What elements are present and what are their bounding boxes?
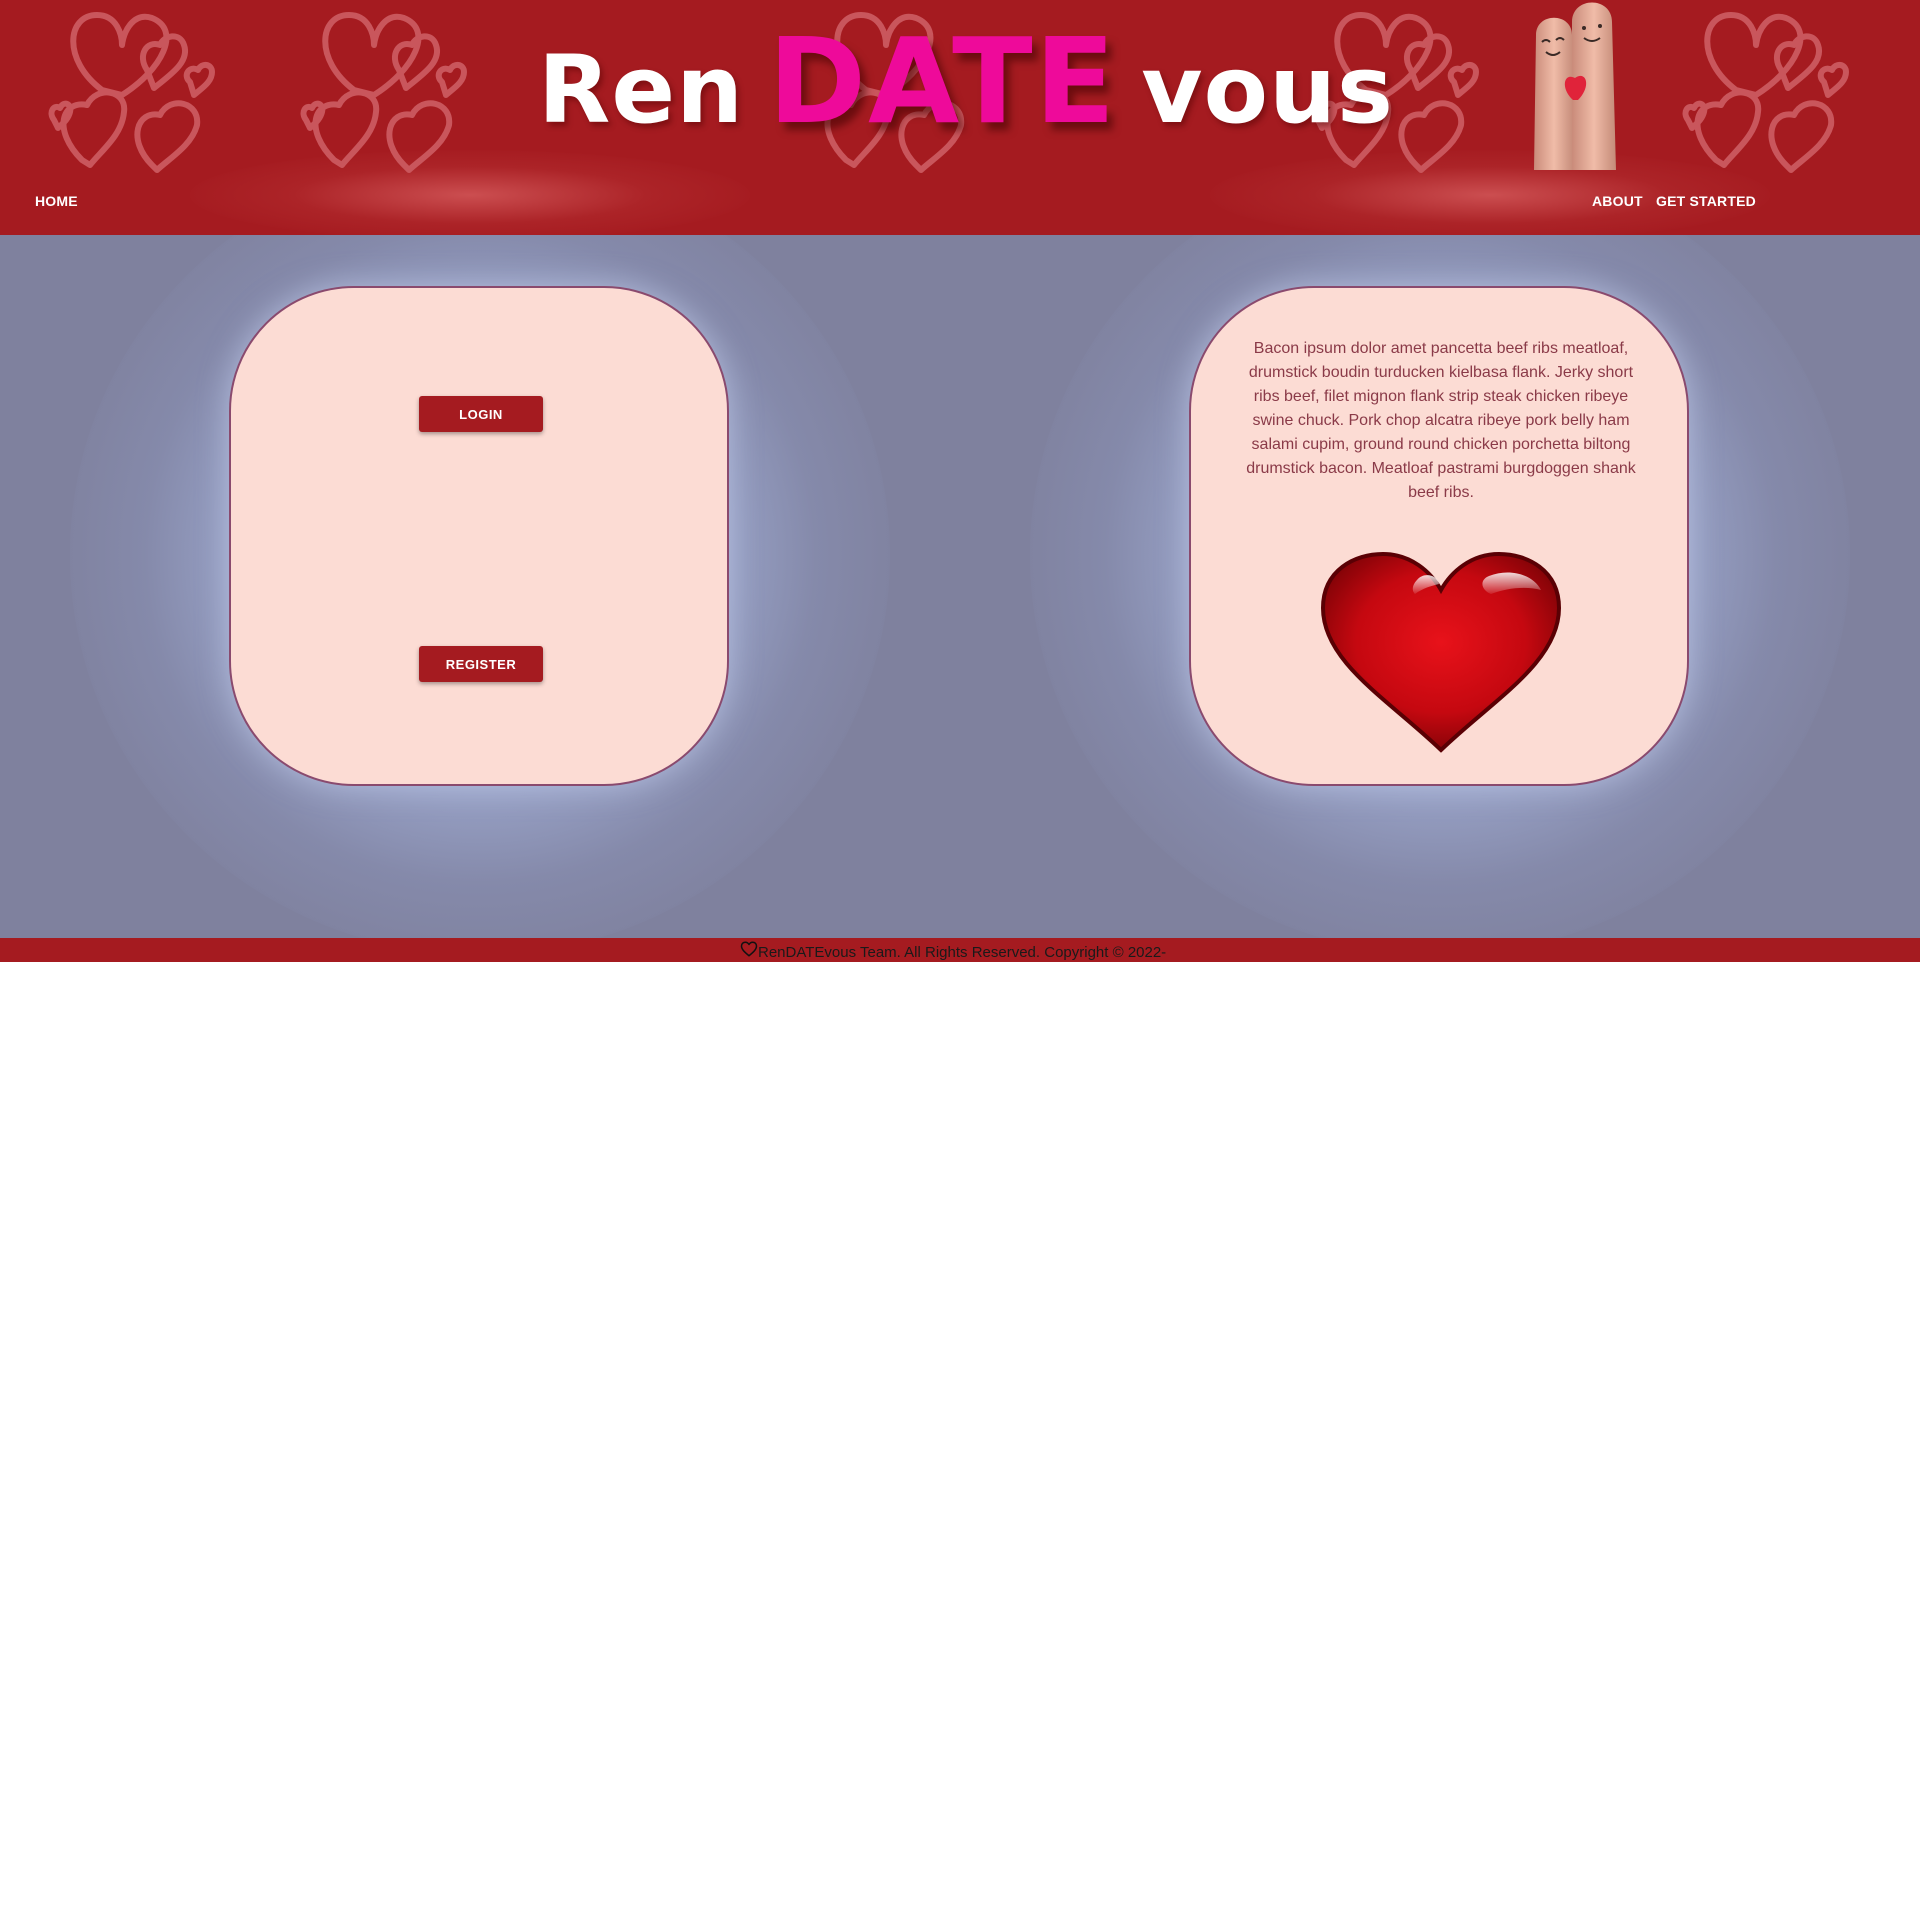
info-text: Bacon ipsum dolor amet pancetta beef rib… xyxy=(1246,340,1636,501)
title-part-vous: vous xyxy=(1141,36,1395,145)
hearts-pattern-icon xyxy=(42,0,242,175)
main-content: LOGIN REGISTER Bacon ipsum dolor amet pa… xyxy=(0,235,1920,938)
site-footer: RenDATEvous Team. All Rights Reserved. C… xyxy=(0,938,1920,962)
info-card: Bacon ipsum dolor amet pancetta beef rib… xyxy=(1189,286,1689,786)
login-button[interactable]: LOGIN xyxy=(419,396,543,432)
site-header: Ren DATE vous HOME ABOUT GET STARTED xyxy=(0,0,1920,235)
hearts-pattern-icon xyxy=(294,0,494,175)
nav-home[interactable]: HOME xyxy=(35,193,78,209)
register-button[interactable]: REGISTER xyxy=(419,646,543,682)
heart-outline-icon xyxy=(740,941,758,957)
title-part-date: DATE xyxy=(768,12,1118,150)
site-logo-title: Ren DATE vous xyxy=(538,12,1394,152)
footer-content: RenDATEvous Team. All Rights Reserved. C… xyxy=(740,938,1166,962)
nav-about[interactable]: ABOUT xyxy=(1592,193,1643,209)
auth-card: LOGIN REGISTER xyxy=(229,286,729,786)
footer-copyright: RenDATEvous Team. All Rights Reserved. C… xyxy=(758,944,1167,961)
red-heart-image xyxy=(1319,550,1563,754)
nav-get-started[interactable]: GET STARTED xyxy=(1656,193,1756,209)
couple-fingers-image xyxy=(1528,0,1624,170)
hearts-pattern-icon xyxy=(1676,0,1876,175)
title-part-ren: Ren xyxy=(538,36,745,145)
